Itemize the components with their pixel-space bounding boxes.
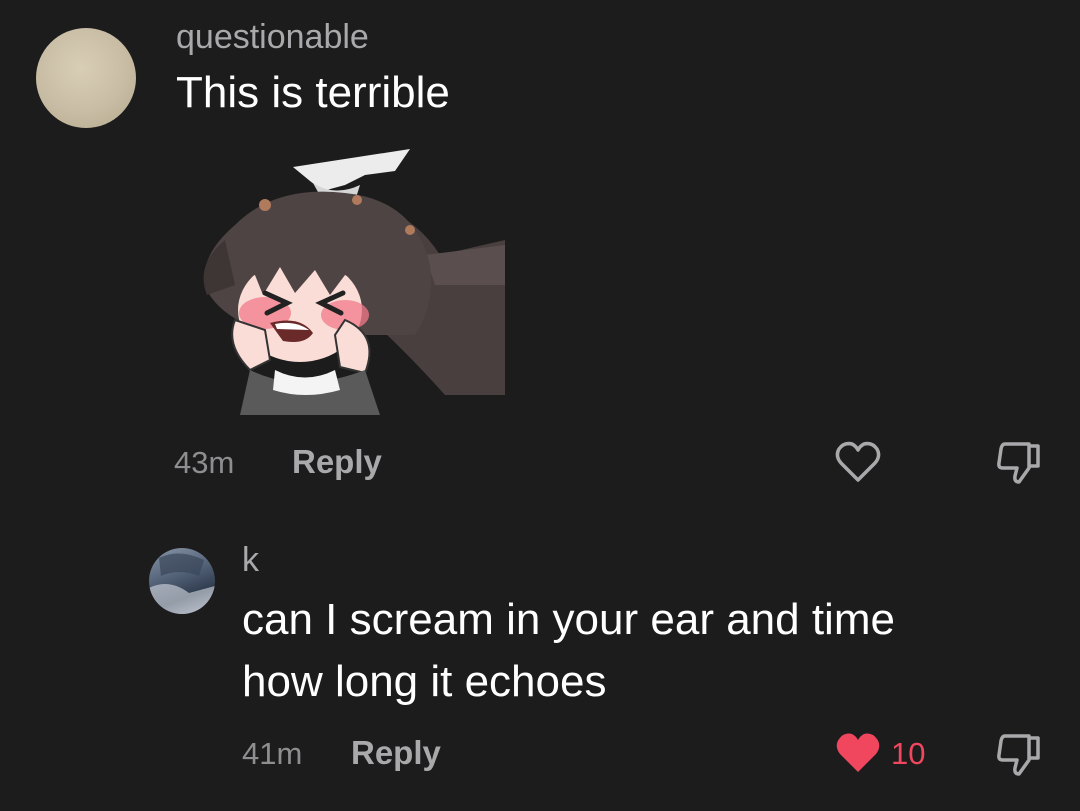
comment-text-line-2: how long it echoes: [242, 657, 607, 706]
comment-sticker-image: [195, 145, 510, 415]
avatar-questionable[interactable]: [36, 28, 136, 128]
thumbs-down-icon[interactable]: [995, 440, 1043, 486]
comment-text: This is terrible: [176, 68, 450, 117]
heart-filled-icon[interactable]: [835, 732, 881, 774]
comment-timestamp: 43m: [174, 445, 235, 480]
comment-text-line-1: can I scream in your ear and time: [242, 595, 895, 644]
reply-button[interactable]: Reply: [292, 443, 382, 481]
avatar-k[interactable]: [149, 548, 215, 614]
thumbs-down-icon[interactable]: [995, 732, 1043, 778]
heart-outline-icon[interactable]: [835, 441, 881, 483]
comment-timestamp: 41m: [242, 736, 303, 771]
comment-username[interactable]: k: [242, 541, 259, 580]
comment-username[interactable]: questionable: [176, 18, 369, 57]
reply-button[interactable]: Reply: [351, 734, 441, 772]
like-count: 10: [891, 736, 926, 771]
